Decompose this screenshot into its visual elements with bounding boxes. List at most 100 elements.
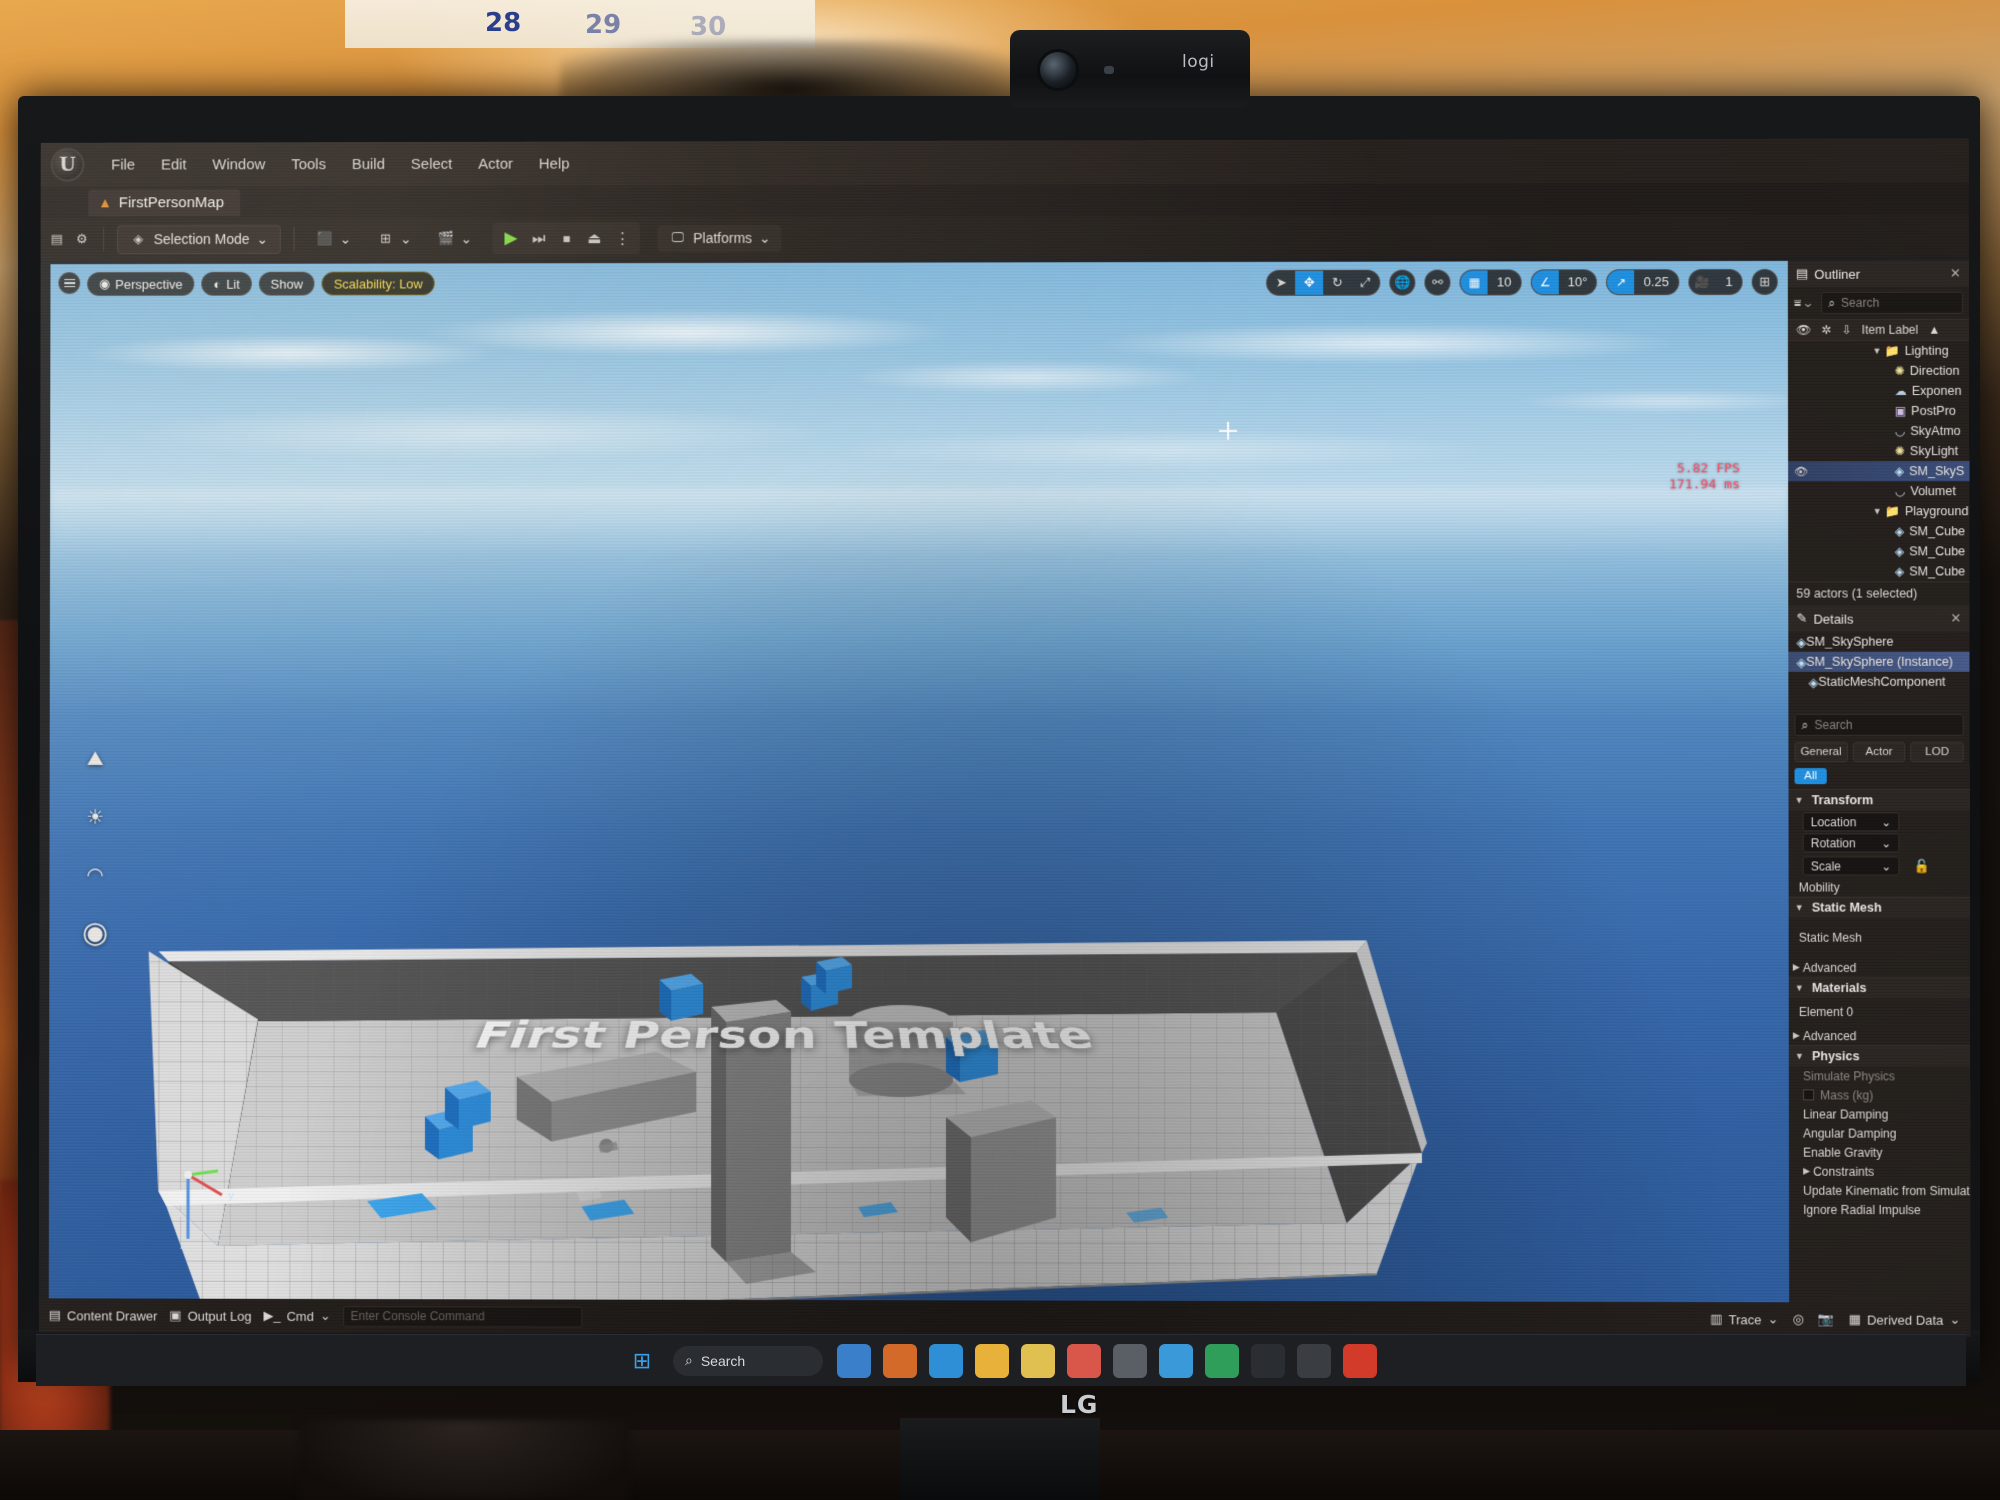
more-options-icon[interactable]: ⋮ bbox=[609, 225, 635, 251]
details-component-instance[interactable]: ◈ SM_SkySphere (Instance) bbox=[1788, 651, 1970, 672]
outliner-search-input[interactable]: ⌕ Search bbox=[1821, 291, 1964, 314]
pin-icon[interactable]: ✲ bbox=[1821, 323, 1831, 337]
menu-actor[interactable]: Actor bbox=[465, 150, 526, 177]
cmd-button[interactable]: ▶_ Cmd ⌄ bbox=[263, 1308, 330, 1324]
details-search-input[interactable]: ⌕ Search bbox=[1794, 713, 1964, 736]
settings-icon[interactable] bbox=[1113, 1343, 1147, 1378]
info-icon[interactable] bbox=[1159, 1343, 1193, 1378]
materials-advanced[interactable]: ▶ Advanced bbox=[1789, 1026, 1970, 1045]
physics-property-row[interactable]: Enable Gravity bbox=[1789, 1143, 1970, 1162]
tab-actor[interactable]: Actor bbox=[1852, 742, 1906, 763]
trace-button[interactable]: ▥ Trace ⌄ bbox=[1710, 1311, 1778, 1327]
spotlight-icon[interactable]: ◉ bbox=[75, 915, 115, 949]
source-control-icon[interactable]: ◎ bbox=[1793, 1311, 1804, 1327]
eye-icon[interactable]: 👁 bbox=[1794, 465, 1812, 478]
eye-icon[interactable]: 👁 bbox=[1796, 323, 1811, 337]
outliner-tree[interactable]: ▼ 📁 Lighting ✺ Direction ☁ Exponen ▣ PostPro ◡ Sky… bbox=[1788, 341, 1970, 582]
outliner-row[interactable]: ◡ SkyAtmo bbox=[1788, 421, 1969, 441]
material-element-0[interactable]: Element 0 bbox=[1789, 998, 1970, 1026]
outliner-row[interactable]: ▼ 📁 Lighting bbox=[1788, 341, 1969, 361]
location-dropdown[interactable]: Location ⌄ bbox=[1802, 812, 1900, 832]
outliner-row[interactable]: ◈ SM_Cube bbox=[1788, 541, 1969, 561]
scale-gizmo-icon[interactable]: ⤢ bbox=[1352, 271, 1380, 295]
settings-icon[interactable]: ⚙ bbox=[73, 231, 90, 248]
move-gizmo-icon[interactable]: ✥ bbox=[1295, 270, 1324, 295]
static-mesh-advanced[interactable]: ▶ Advanced bbox=[1789, 958, 1970, 977]
chevron-down-icon[interactable]: ▼ bbox=[1873, 506, 1882, 516]
details-actor-name[interactable]: ◈ SM_SkySphere bbox=[1788, 632, 1969, 652]
derived-data-button[interactable]: ▦ Derived Data ⌄ bbox=[1849, 1311, 1961, 1327]
selection-mode-button[interactable]: ◈ Selection Mode ⌄ bbox=[116, 224, 282, 254]
folder-icon[interactable] bbox=[1021, 1343, 1055, 1378]
outliner-row[interactable]: ◈ SM_Cube bbox=[1788, 561, 1969, 581]
menu-help[interactable]: Help bbox=[526, 150, 583, 177]
surface-snap-icon[interactable]: ⚯ bbox=[1424, 269, 1451, 296]
scale-dropdown[interactable]: Scale ⌄ bbox=[1802, 856, 1900, 876]
unreal-launcher-icon[interactable] bbox=[1251, 1343, 1285, 1378]
tab-first-person-map[interactable]: ▲ FirstPersonMap bbox=[88, 188, 240, 216]
chevron-down-icon[interactable]: ▼ bbox=[1872, 346, 1881, 356]
outliner-row[interactable]: ▼ 📁 Playground bbox=[1788, 501, 1969, 521]
store-icon[interactable] bbox=[929, 1343, 963, 1378]
files-icon[interactable] bbox=[975, 1343, 1009, 1378]
level-viewport[interactable]: First Person Template ◉ Perspective ◐ Li… bbox=[48, 260, 1790, 1337]
item-label-column[interactable]: Item Label bbox=[1862, 323, 1918, 337]
rotation-dropdown[interactable]: Rotation ⌄ bbox=[1802, 833, 1900, 853]
tab-general[interactable]: General bbox=[1794, 742, 1848, 763]
menu-tools[interactable]: Tools bbox=[278, 151, 339, 178]
play-icon[interactable]: ▶ bbox=[498, 225, 524, 251]
physics-property-row[interactable]: Update Kinematic from Simulation bbox=[1789, 1181, 1971, 1200]
widgets-icon[interactable] bbox=[837, 1343, 871, 1378]
close-icon[interactable]: ✕ bbox=[1950, 266, 1961, 282]
details-static-mesh-component[interactable]: ◈ StaticMeshComponent bbox=[1788, 672, 1969, 692]
physics-property-row[interactable]: ▶ Constraints bbox=[1789, 1162, 1970, 1181]
physics-property-row[interactable]: Mass (kg) bbox=[1789, 1085, 1970, 1104]
skip-icon[interactable]: ⏭ bbox=[526, 225, 552, 251]
outliner-row[interactable]: ✺ SkyLight bbox=[1788, 441, 1969, 461]
camera-speed-control[interactable]: 🎥 1 bbox=[1688, 268, 1743, 296]
outliner-row[interactable]: ✺ Direction bbox=[1788, 361, 1969, 381]
section-static-mesh[interactable]: ▼ Static Mesh bbox=[1788, 896, 1970, 918]
eye-icon[interactable]: ◠ bbox=[75, 858, 115, 892]
unreal-engine-icon[interactable] bbox=[1297, 1343, 1331, 1378]
outliner-row[interactable]: ▣ PostPro bbox=[1788, 401, 1969, 421]
save-icon[interactable]: ▤ bbox=[49, 231, 66, 248]
windows-start-icon[interactable]: ⊞ bbox=[625, 1344, 659, 1378]
menu-window[interactable]: Window bbox=[199, 151, 278, 178]
eject-icon[interactable]: ⏏ bbox=[582, 225, 608, 251]
physics-property-row[interactable]: Ignore Radial Impulse bbox=[1789, 1200, 1970, 1219]
maximize-viewport-icon[interactable]: ⊞ bbox=[1751, 268, 1778, 295]
chrome-icon[interactable] bbox=[1067, 1343, 1101, 1378]
physics-property-row[interactable]: Simulate Physics bbox=[1789, 1066, 1970, 1085]
taskbar-search-input[interactable]: ⌕ Search bbox=[673, 1345, 823, 1376]
static-mesh-row[interactable]: Static Mesh bbox=[1789, 918, 1970, 958]
scale-snap-control[interactable]: ↗ 0.25 bbox=[1606, 269, 1680, 296]
viewport-menu-icon[interactable] bbox=[58, 272, 81, 295]
filter-icon[interactable]: ⩸ ⌄ bbox=[1794, 295, 1811, 310]
tab-lod[interactable]: LOD bbox=[1910, 742, 1964, 763]
stop-icon[interactable]: ⏹ bbox=[554, 225, 580, 251]
outliner-row[interactable]: ◈ SM_Cube bbox=[1788, 521, 1969, 541]
add-actor-button[interactable]: ⬛ ⌄ bbox=[308, 225, 360, 252]
landscape-icon[interactable]: ⛰ bbox=[75, 742, 115, 776]
lighting-icon[interactable]: ☀ bbox=[75, 800, 115, 834]
menu-edit[interactable]: Edit bbox=[148, 151, 200, 178]
rotate-gizmo-icon[interactable]: ↻ bbox=[1323, 271, 1351, 295]
menu-select[interactable]: Select bbox=[398, 150, 465, 177]
cinematics-button[interactable]: 🎬 ⌄ bbox=[429, 225, 481, 252]
menu-file[interactable]: File bbox=[98, 151, 148, 178]
content-drawer-button[interactable]: ▤ Content Drawer bbox=[49, 1307, 158, 1323]
excel-icon[interactable] bbox=[1205, 1343, 1239, 1378]
section-transform[interactable]: ▼ Transform bbox=[1788, 789, 1970, 811]
paint-icon[interactable] bbox=[883, 1343, 917, 1378]
filter-all-button[interactable]: All bbox=[1794, 768, 1827, 785]
camera-icon[interactable]: 📷 bbox=[1818, 1311, 1834, 1327]
menu-build[interactable]: Build bbox=[339, 151, 398, 178]
section-physics[interactable]: ▼ Physics bbox=[1788, 1045, 1971, 1067]
blueprints-button[interactable]: ⊞ ⌄ bbox=[368, 225, 420, 252]
outliner-row[interactable]: ☁ Exponen bbox=[1788, 381, 1969, 401]
world-coords-icon[interactable]: 🌐 bbox=[1389, 269, 1416, 296]
viewport-viewmode-button[interactable]: ◐ Lit bbox=[201, 271, 252, 296]
section-materials[interactable]: ▼ Materials bbox=[1788, 976, 1971, 999]
select-arrow-icon[interactable]: ➤ bbox=[1267, 271, 1295, 295]
